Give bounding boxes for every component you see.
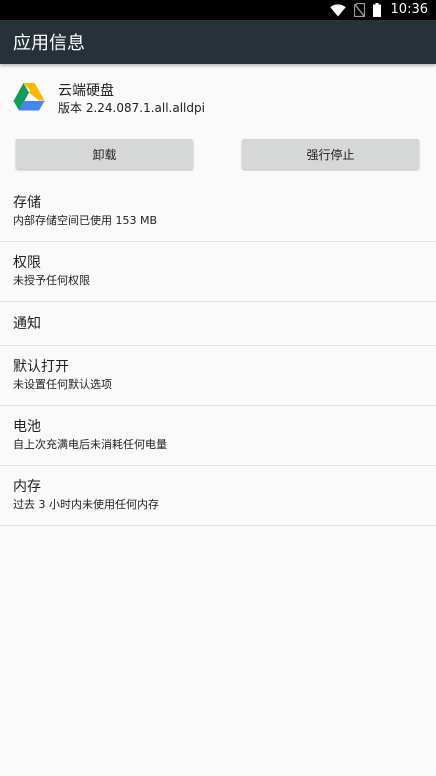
battery-summary: 自上次充满电后未消耗任何电量 (13, 438, 167, 451)
open-by-default-summary: 未设置任何默认选项 (13, 378, 112, 391)
app-bar: 应用信息 (0, 20, 436, 64)
wifi-icon (329, 3, 346, 17)
app-name: 云端硬盘 (58, 83, 114, 99)
memory-title: 内存 (13, 479, 41, 495)
notifications-title: 通知 (13, 316, 41, 332)
settings-list: 存储 内部存储空间已使用 153 MB 权限 未授予任何权限 通知 默认打开 未… (0, 182, 436, 526)
battery-item[interactable]: 电池 自上次充满电后未消耗任何电量 (0, 406, 436, 466)
permissions-summary: 未授予任何权限 (13, 274, 90, 287)
battery-icon (372, 3, 381, 17)
page-title: 应用信息 (13, 33, 85, 54)
google-drive-icon (13, 82, 45, 112)
status-bar: 10:36 (0, 0, 436, 20)
open-by-default-title: 默认打开 (13, 359, 69, 375)
permissions-item[interactable]: 权限 未授予任何权限 (0, 242, 436, 302)
app-header: 云端硬盘 版本 2.24.087.1.all.alldpi (0, 68, 436, 128)
permissions-title: 权限 (13, 255, 41, 271)
uninstall-button[interactable]: 卸载 (16, 139, 193, 169)
notifications-item[interactable]: 通知 (0, 302, 436, 346)
battery-title: 电池 (13, 419, 41, 435)
app-version: 版本 2.24.087.1.all.alldpi (58, 101, 205, 115)
storage-title: 存储 (13, 195, 41, 211)
status-time: 10:36 (390, 2, 428, 17)
open-by-default-item[interactable]: 默认打开 未设置任何默认选项 (0, 346, 436, 406)
memory-item[interactable]: 内存 过去 3 小时内未使用任何内存 (0, 466, 436, 526)
no-sim-icon (353, 3, 365, 17)
app-info-screen: 10:36 应用信息 云端硬盘 版本 2.24.087.1.all.alldpi… (0, 0, 436, 776)
memory-summary: 过去 3 小时内未使用任何内存 (13, 498, 159, 511)
storage-item[interactable]: 存储 内部存储空间已使用 153 MB (0, 182, 436, 242)
storage-summary: 内部存储空间已使用 153 MB (13, 214, 158, 227)
force-stop-button[interactable]: 强行停止 (242, 139, 419, 169)
